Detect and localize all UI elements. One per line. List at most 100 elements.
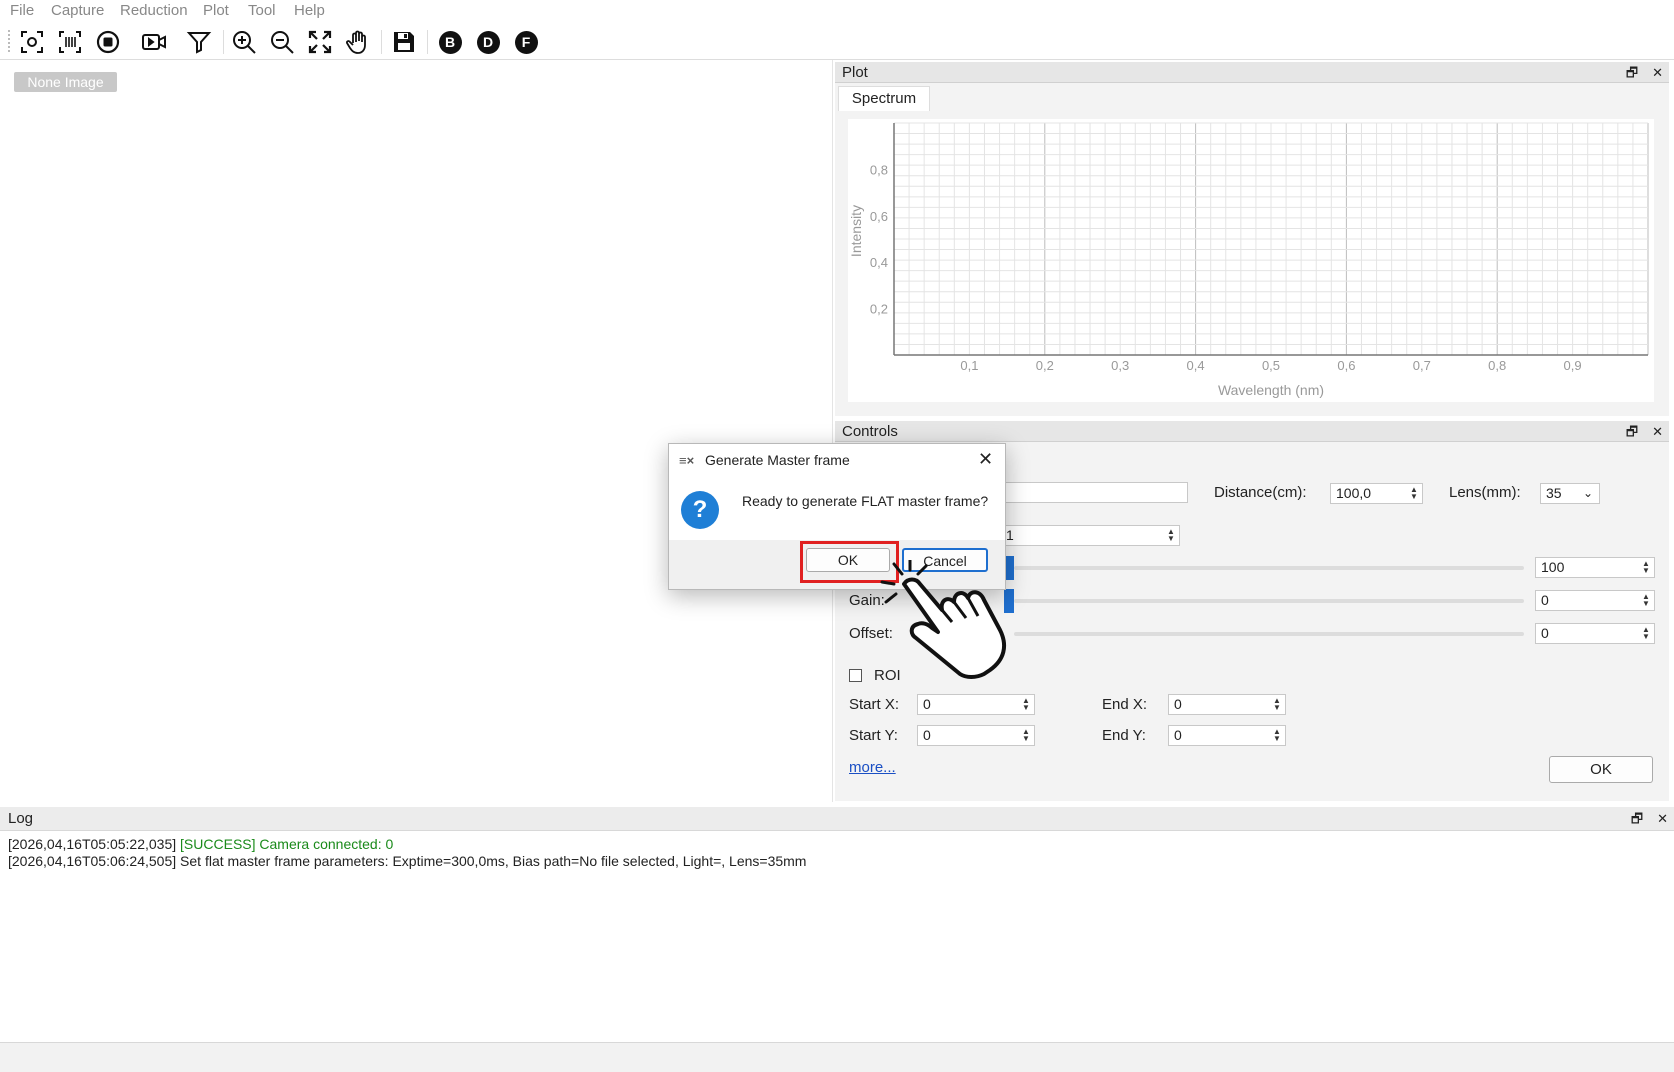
lens-value: 35 <box>1546 485 1562 501</box>
float-icon[interactable]: 🗗 <box>1626 65 1638 80</box>
menu-bar: File Capture Reduction Plot Tool Help <box>0 0 1674 24</box>
start-y-value: 0 <box>923 727 931 743</box>
close-icon[interactable]: ✕ <box>1652 424 1663 439</box>
close-icon[interactable]: ✕ <box>978 449 993 470</box>
exposure-spinbox[interactable]: 100 ▲ ▼ <box>1535 557 1655 578</box>
lens-label: Lens(mm): <box>1449 484 1521 501</box>
spin-arrows-icon[interactable]: ▲ ▼ <box>1640 626 1652 641</box>
y-tick-label: 0,2 <box>870 302 888 317</box>
app-icon: ≡× <box>679 453 695 468</box>
menu-tool[interactable]: Tool <box>248 2 276 19</box>
toolbar-separator <box>427 30 428 54</box>
offset-value: 0 <box>1541 625 1549 641</box>
spin-arrows-icon[interactable]: ▲ ▼ <box>1165 528 1177 543</box>
save-icon[interactable] <box>389 28 419 56</box>
offset-spinbox[interactable]: 0 ▲ ▼ <box>1535 623 1655 644</box>
distance-spinbox[interactable]: 100,0 ▲ ▼ <box>1330 483 1423 504</box>
controls-panel-title: Controls 🗗 ✕ <box>835 421 1669 442</box>
end-x-spinbox[interactable]: 0 ▲ ▼ <box>1168 694 1286 715</box>
x-tick-label: 0,4 <box>1187 358 1205 373</box>
spin-arrows-icon[interactable]: ▲ ▼ <box>1020 728 1032 743</box>
fit-screen-icon[interactable] <box>305 28 335 56</box>
roi-checkbox[interactable] <box>849 669 862 682</box>
gain-spinbox[interactable]: 0 ▲ ▼ <box>1535 590 1655 611</box>
end-x-value: 0 <box>1174 696 1182 712</box>
filter-icon[interactable] <box>184 28 214 56</box>
toolbar-grip <box>8 30 12 52</box>
tab-spectrum[interactable]: Spectrum <box>838 86 930 111</box>
image-view[interactable] <box>0 60 833 802</box>
log-line: [2026,04,16T05:05:22,035] [SUCCESS] Came… <box>8 836 393 852</box>
dialog-titlebar: ≡× Generate Master frame ✕ <box>669 444 1005 478</box>
y-tick-label: 0,6 <box>870 209 888 224</box>
gain-value: 0 <box>1541 592 1549 608</box>
plot-panel-title: Plot 🗗 ✕ <box>835 62 1669 83</box>
zoom-in-icon[interactable] <box>229 28 259 56</box>
distance-label: Distance(cm): <box>1214 484 1307 501</box>
flat-icon[interactable]: F <box>511 28 541 56</box>
x-tick-label: 0,8 <box>1488 358 1506 373</box>
menu-help[interactable]: Help <box>294 2 325 19</box>
start-y-spinbox[interactable]: 0 ▲ ▼ <box>917 725 1035 746</box>
spin-arrows-icon[interactable]: ▲ ▼ <box>1640 593 1652 608</box>
capture-focus-icon[interactable] <box>17 28 47 56</box>
lens-select[interactable]: 35 ⌄ <box>1540 483 1600 504</box>
offset-slider[interactable] <box>1014 632 1524 636</box>
distance-value: 100,0 <box>1336 485 1372 501</box>
pan-hand-icon[interactable] <box>343 28 373 56</box>
light-path-field[interactable] <box>1000 482 1188 503</box>
log-message: Set flat master frame parameters: Exptim… <box>180 853 807 869</box>
menu-plot[interactable]: Plot <box>203 2 229 19</box>
video-icon[interactable] <box>139 28 169 56</box>
x-tick-label: 0,2 <box>1036 358 1054 373</box>
chevron-down-icon: ⌄ <box>1582 486 1593 500</box>
count-value: 1 <box>1006 527 1014 543</box>
toolbar-separator <box>223 30 224 54</box>
exposure-value: 100 <box>1541 559 1565 575</box>
x-axis-label: Wavelength (nm) <box>1218 382 1324 398</box>
dialog-message: Ready to generate FLAT master frame? <box>742 493 989 509</box>
log-title: Log <box>8 810 34 827</box>
spin-arrows-icon[interactable]: ▲ ▼ <box>1408 486 1420 501</box>
x-tick-label: 0,9 <box>1564 358 1582 373</box>
spin-arrows-icon[interactable]: ▲ ▼ <box>1020 697 1032 712</box>
y-axis-label: Intensity <box>848 205 864 257</box>
x-tick-label: 0,3 <box>1111 358 1129 373</box>
close-icon[interactable]: ✕ <box>1652 65 1663 80</box>
log-panel-title: Log 🗗 ✕ <box>0 807 1674 831</box>
spin-arrows-icon[interactable]: ▲ ▼ <box>1271 728 1283 743</box>
log-timestamp: [2026,04,16T05:05:22,035] <box>8 836 177 852</box>
chart-svg: 0,1 0,2 0,3 0,4 0,5 0,6 0,7 0,8 0,9 0,2 0,4 0,6 0,8 W… <box>848 122 1649 398</box>
x-tick-label: 0,6 <box>1337 358 1355 373</box>
end-y-spinbox[interactable]: 0 ▲ ▼ <box>1168 725 1286 746</box>
menu-file[interactable]: File <box>10 2 34 19</box>
spin-arrows-icon[interactable]: ▲ ▼ <box>1640 560 1652 575</box>
start-x-spinbox[interactable]: 0 ▲ ▼ <box>917 694 1035 715</box>
dialog-title: Generate Master frame <box>705 452 850 468</box>
y-tick-label: 0,8 <box>870 162 888 177</box>
spin-arrows-icon[interactable]: ▲ ▼ <box>1271 697 1283 712</box>
close-icon[interactable]: ✕ <box>1657 811 1668 826</box>
dark-icon[interactable]: D <box>473 28 503 56</box>
log-level: [SUCCESS] <box>180 836 256 852</box>
exposure-slider[interactable] <box>1014 566 1524 570</box>
start-x-value: 0 <box>923 696 931 712</box>
zoom-out-icon[interactable] <box>267 28 297 56</box>
gain-slider[interactable] <box>1014 599 1524 603</box>
menu-reduction[interactable]: Reduction <box>120 2 188 19</box>
float-icon[interactable]: 🗗 <box>1626 424 1638 439</box>
count-spinbox[interactable]: 1 ▲ ▼ <box>1000 525 1180 546</box>
plot-title: Plot <box>842 64 868 81</box>
stop-icon[interactable] <box>93 28 123 56</box>
x-tick-label: 0,1 <box>960 358 978 373</box>
controls-ok-button[interactable]: OK <box>1549 756 1653 783</box>
bias-icon[interactable]: B <box>435 28 465 56</box>
menu-capture[interactable]: Capture <box>51 2 104 19</box>
start-x-label: Start X: <box>849 696 900 713</box>
more-link[interactable]: more... <box>849 759 896 776</box>
end-y-label: End Y: <box>1102 727 1146 744</box>
barcode-icon[interactable] <box>55 28 85 56</box>
question-icon: ? <box>681 491 719 529</box>
float-icon[interactable]: 🗗 <box>1631 811 1643 826</box>
dialog-body: Ready to generate FLAT master frame? <box>669 478 1005 540</box>
